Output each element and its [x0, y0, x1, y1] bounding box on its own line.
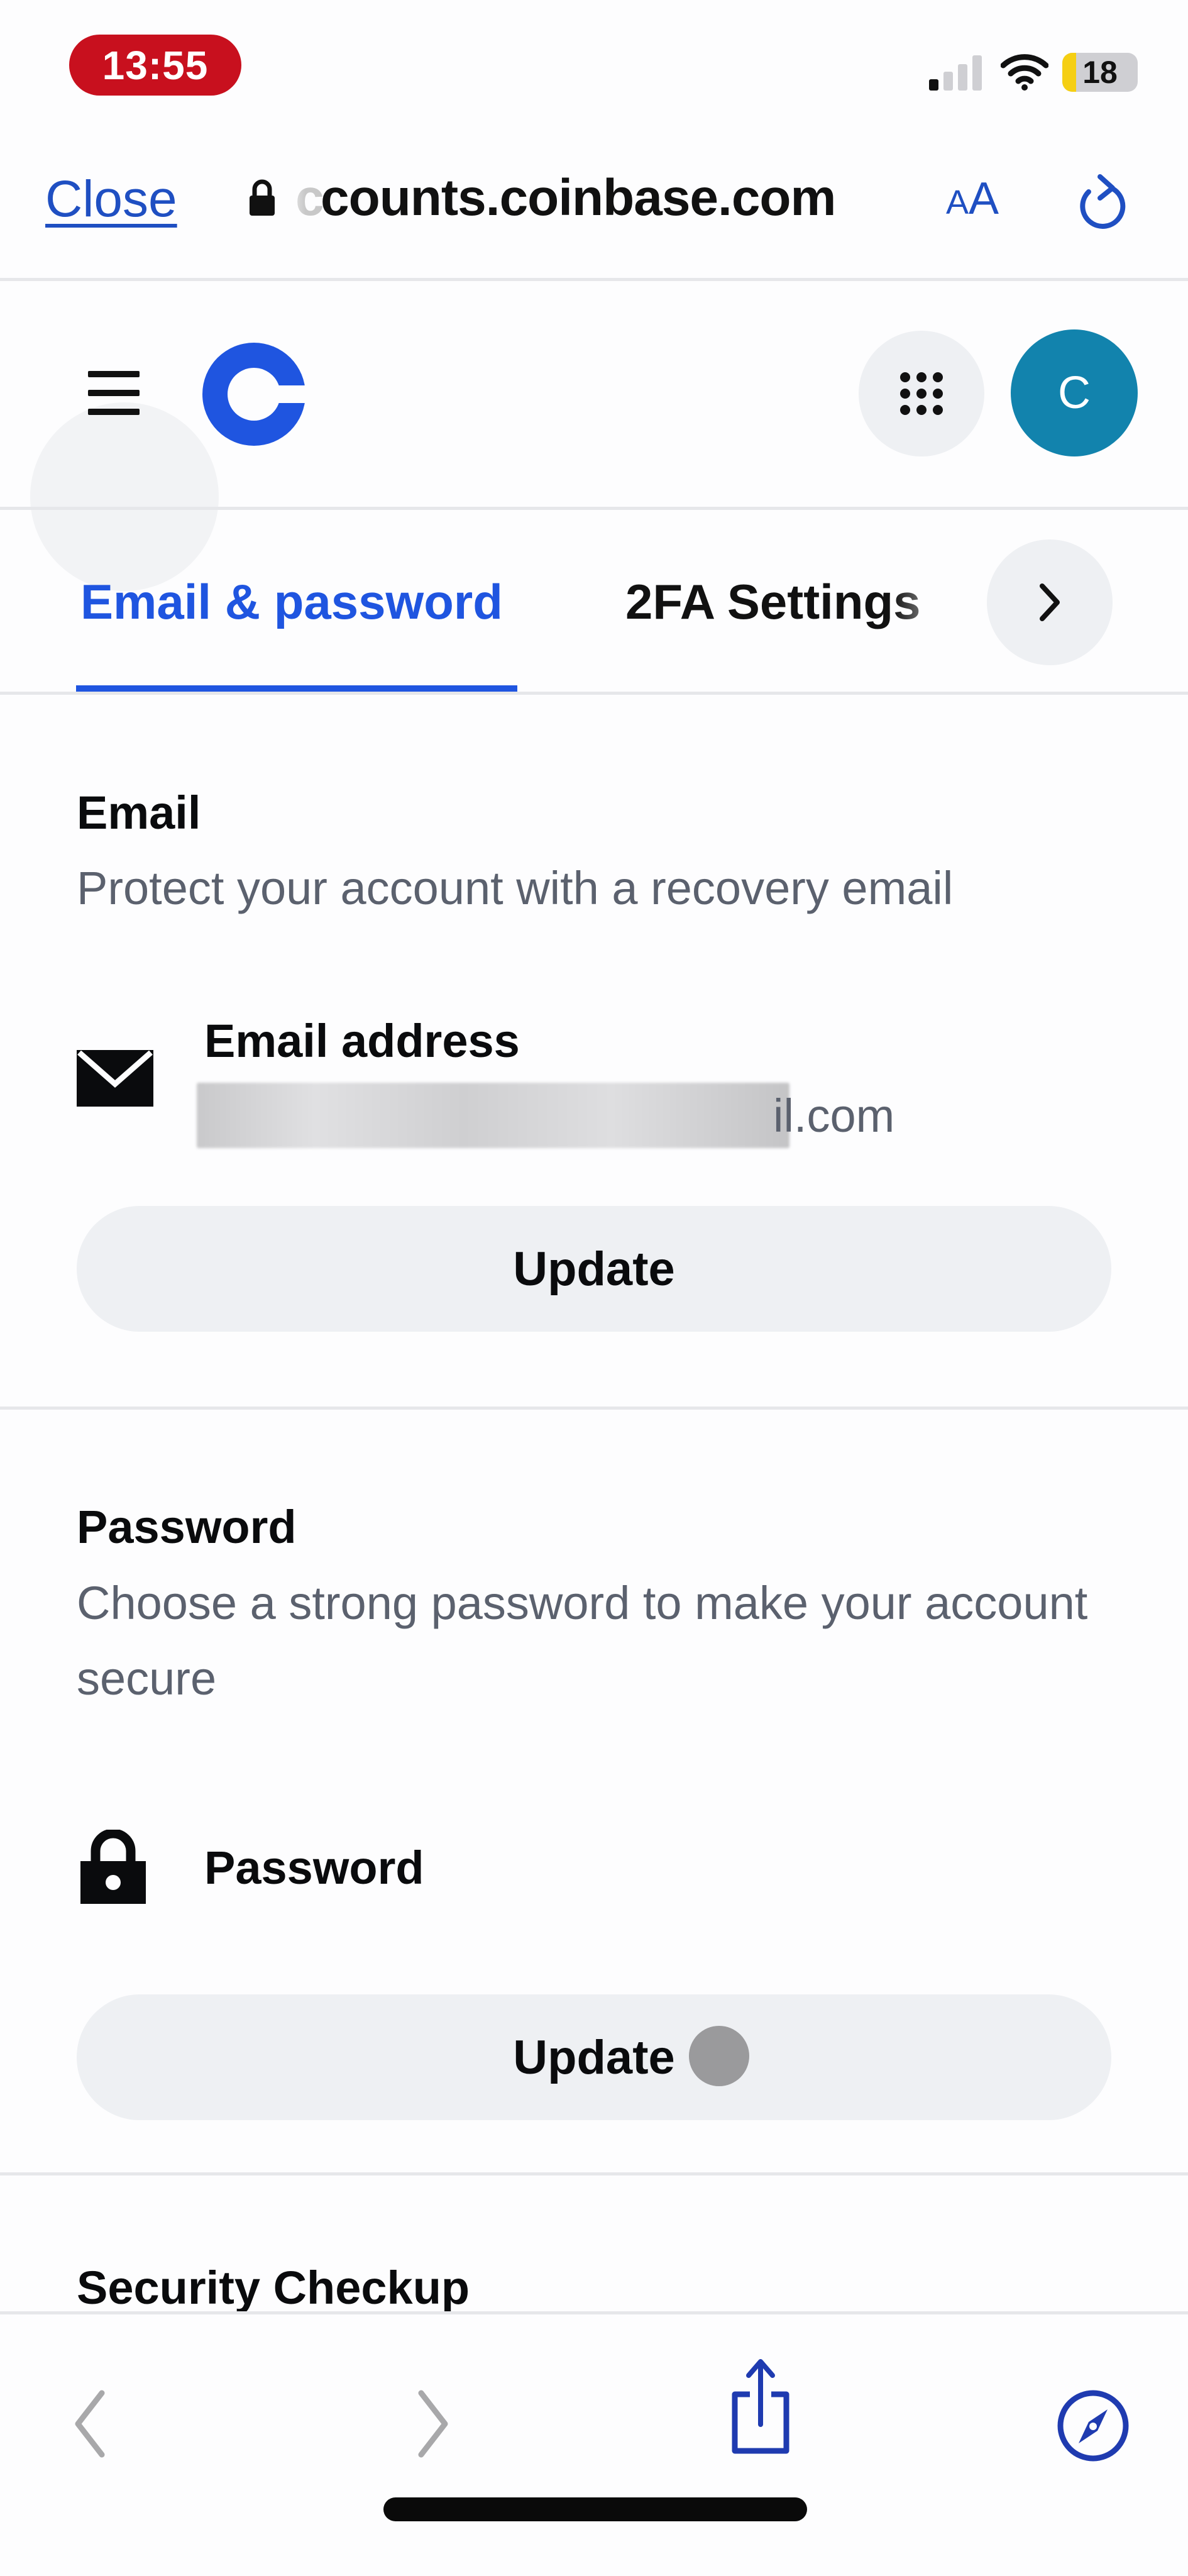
- text-size-button[interactable]: AA: [946, 173, 999, 224]
- security-checkup-title: Security Checkup: [77, 2262, 470, 2311]
- text-size-large-a: A: [969, 174, 999, 224]
- battery-charge: [1062, 53, 1076, 92]
- forward-icon[interactable]: [412, 2388, 454, 2460]
- security-section-clip: Security Checkup: [0, 2238, 1188, 2311]
- avatar[interactable]: C: [1011, 329, 1138, 456]
- lock-icon: [250, 179, 275, 216]
- tab-overflow-fade: [893, 553, 968, 641]
- url-field[interactable]: counts.coinbase.com: [321, 169, 836, 228]
- back-icon[interactable]: [69, 2388, 111, 2460]
- password-section-divider: [0, 2172, 1188, 2175]
- chevron-right-icon: [1040, 583, 1060, 621]
- lock-icon: [80, 1830, 146, 1904]
- tab-2fa-settings[interactable]: 2FA Settings: [625, 573, 921, 631]
- password-section-title: Password: [77, 1501, 297, 1553]
- text-size-small-a: A: [946, 184, 969, 221]
- email-section-description: Protect your account with a recovery ema…: [77, 862, 954, 914]
- time-pill: 13:55: [69, 35, 241, 96]
- redacted-email: [197, 1083, 789, 1148]
- status-time: 13:55: [102, 42, 209, 88]
- touch-indicator-dot: [689, 2026, 749, 2086]
- email-section-title: Email: [77, 787, 201, 839]
- email-address-label: Email address: [204, 1015, 520, 1067]
- apps-grid-icon[interactable]: [859, 331, 984, 456]
- reload-icon[interactable]: [1075, 173, 1131, 236]
- email-address-value: il.com: [773, 1090, 895, 1142]
- email-icon: [77, 1050, 153, 1107]
- menu-icon[interactable]: [88, 371, 140, 415]
- url-fade: [280, 169, 305, 238]
- battery-icon: 18: [1062, 53, 1138, 92]
- email-section-divider: [0, 1407, 1188, 1410]
- tabs-next-button[interactable]: [987, 539, 1113, 665]
- battery-level: 18: [1082, 55, 1118, 90]
- home-indicator[interactable]: [383, 2497, 807, 2521]
- update-email-button[interactable]: Update: [77, 1206, 1111, 1332]
- header-divider: [0, 507, 1188, 510]
- password-section-description: Choose a strong password to make your ac…: [77, 1577, 1088, 1705]
- password-label: Password: [204, 1842, 424, 1894]
- update-password-button[interactable]: Update: [77, 1994, 1111, 2120]
- close-button[interactable]: Close: [45, 170, 177, 229]
- avatar-initial: C: [1058, 368, 1091, 418]
- compass-icon[interactable]: [1056, 2387, 1130, 2465]
- share-icon[interactable]: [726, 2357, 795, 2457]
- active-tab-indicator: [76, 685, 517, 692]
- browser-bar-divider: [0, 278, 1188, 281]
- tab-email-password[interactable]: Email & password: [80, 573, 503, 631]
- tabs-divider: [0, 692, 1188, 695]
- coinbase-logo[interactable]: [202, 343, 305, 446]
- signal-icon: [929, 55, 987, 91]
- browser-toolbar: [0, 2314, 1188, 2576]
- touch-indicator: [30, 402, 219, 591]
- wifi-icon: [1001, 54, 1048, 91]
